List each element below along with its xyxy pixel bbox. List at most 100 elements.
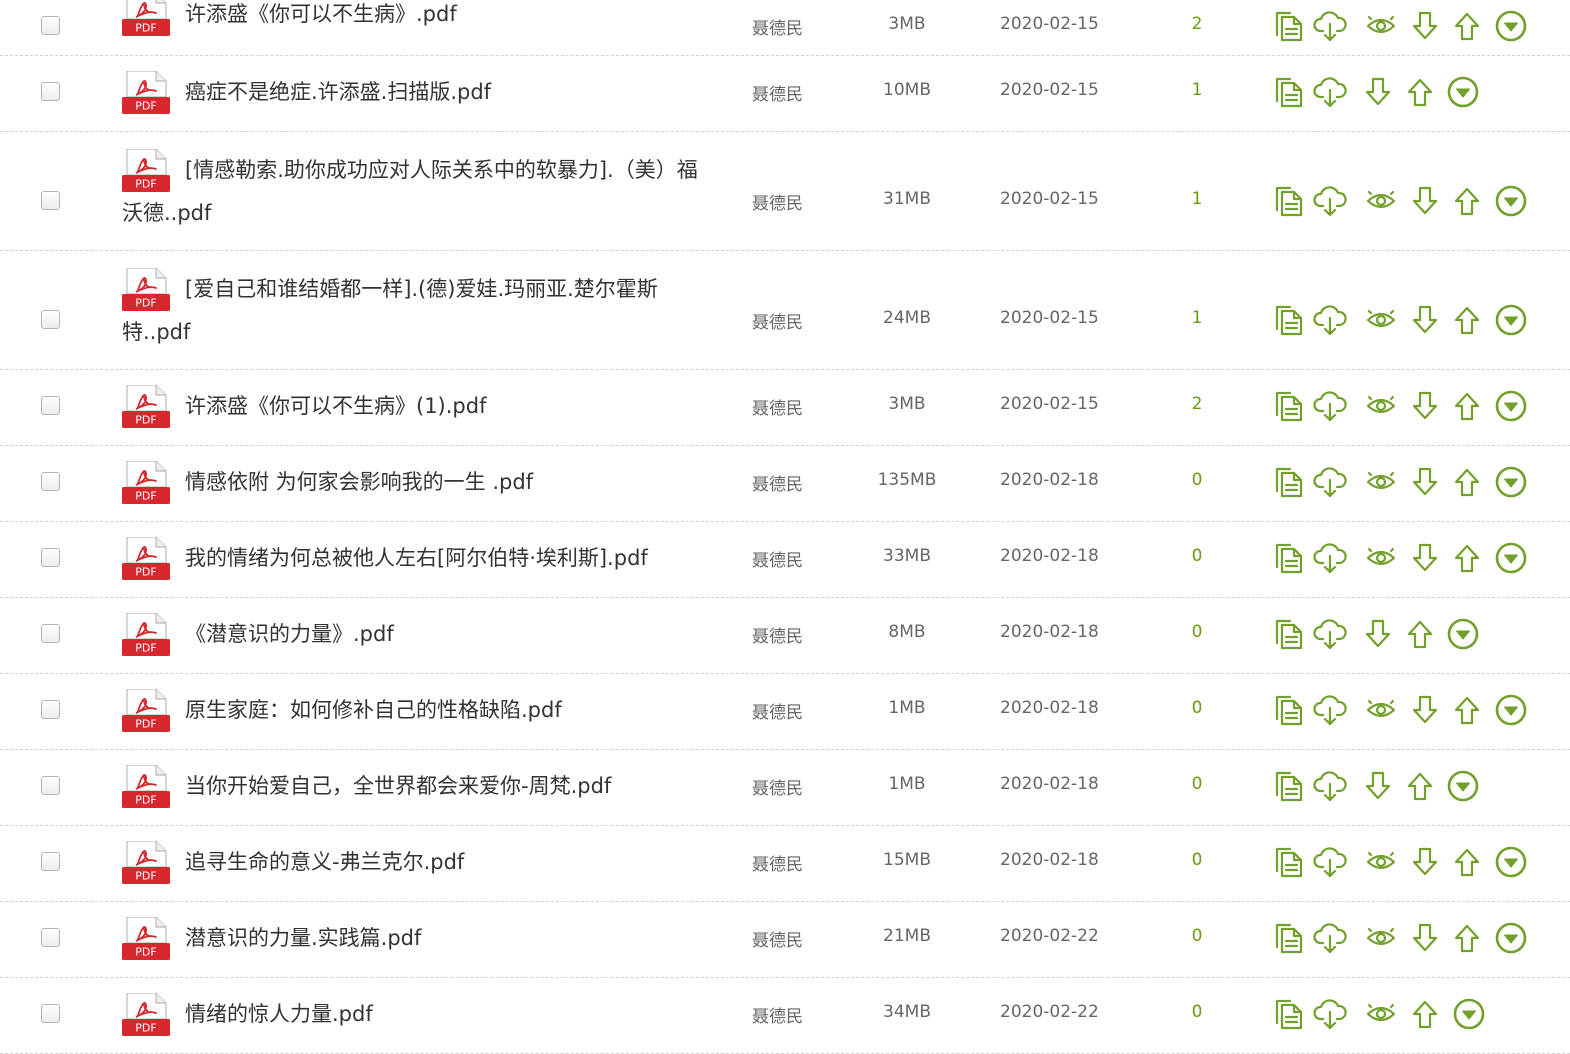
row-checkbox[interactable]: [41, 852, 60, 871]
circle-chevron-down-icon[interactable]: [1494, 845, 1528, 879]
arrow-up-icon[interactable]: [1450, 389, 1484, 423]
row-checkbox[interactable]: [41, 700, 60, 719]
arrow-up-icon[interactable]: [1408, 997, 1442, 1031]
file-name[interactable]: PDF 情感依附 为何家会影响我的一生 .pdf: [122, 461, 722, 504]
copy-icon[interactable]: [1272, 541, 1306, 575]
cloud-download-icon[interactable]: [1313, 303, 1347, 337]
arrow-down-icon[interactable]: [1408, 389, 1442, 423]
arrow-up-icon[interactable]: [1450, 921, 1484, 955]
arrow-down-icon[interactable]: [1408, 845, 1442, 879]
row-checkbox[interactable]: [41, 776, 60, 795]
arrow-down-icon[interactable]: [1408, 541, 1442, 575]
arrow-up-icon[interactable]: [1450, 465, 1484, 499]
row-checkbox[interactable]: [41, 16, 60, 35]
preview-eye-icon[interactable]: [1364, 389, 1398, 423]
copy-icon[interactable]: [1272, 845, 1306, 879]
copy-icon[interactable]: [1272, 303, 1306, 337]
cloud-download-icon[interactable]: [1313, 769, 1347, 803]
arrow-up-icon[interactable]: [1403, 75, 1437, 109]
cloud-download-icon[interactable]: [1313, 921, 1347, 955]
preview-eye-icon[interactable]: [1364, 465, 1398, 499]
arrow-up-icon[interactable]: [1450, 184, 1484, 218]
copy-icon[interactable]: [1272, 184, 1306, 218]
preview-eye-icon[interactable]: [1364, 921, 1398, 955]
arrow-up-icon[interactable]: [1403, 617, 1437, 651]
arrow-up-icon[interactable]: [1403, 769, 1437, 803]
row-checkbox[interactable]: [41, 82, 60, 101]
file-name[interactable]: PDF 癌症不是绝症.许添盛.扫描版.pdf: [122, 71, 722, 114]
arrow-up-icon[interactable]: [1450, 303, 1484, 337]
arrow-down-icon[interactable]: [1408, 465, 1442, 499]
circle-chevron-down-icon[interactable]: [1494, 693, 1528, 727]
arrow-down-icon[interactable]: [1408, 184, 1442, 218]
circle-chevron-down-icon[interactable]: [1452, 997, 1486, 1031]
arrow-up-icon[interactable]: [1450, 693, 1484, 727]
preview-eye-icon[interactable]: [1364, 184, 1398, 218]
circle-chevron-down-icon[interactable]: [1494, 465, 1528, 499]
copy-icon[interactable]: [1272, 769, 1306, 803]
circle-chevron-down-icon[interactable]: [1446, 769, 1480, 803]
preview-eye-icon[interactable]: [1364, 303, 1398, 337]
arrow-down-icon[interactable]: [1408, 921, 1442, 955]
copy-icon[interactable]: [1272, 693, 1306, 727]
circle-chevron-down-icon[interactable]: [1494, 9, 1528, 43]
arrow-down-icon[interactable]: [1361, 769, 1395, 803]
preview-eye-icon[interactable]: [1364, 997, 1398, 1031]
cloud-download-icon[interactable]: [1313, 541, 1347, 575]
copy-icon[interactable]: [1272, 389, 1306, 423]
preview-eye-icon[interactable]: [1364, 845, 1398, 879]
copy-icon[interactable]: [1272, 617, 1306, 651]
circle-chevron-down-icon[interactable]: [1494, 389, 1528, 423]
circle-chevron-down-icon[interactable]: [1494, 541, 1528, 575]
copy-icon[interactable]: [1272, 465, 1306, 499]
row-checkbox[interactable]: [41, 624, 60, 643]
arrow-up-icon[interactable]: [1450, 9, 1484, 43]
arrow-down-icon[interactable]: [1361, 75, 1395, 109]
file-name[interactable]: PDF 情绪的惊人力量.pdf: [122, 993, 722, 1036]
arrow-down-icon[interactable]: [1408, 693, 1442, 727]
cloud-download-icon[interactable]: [1313, 693, 1347, 727]
arrow-up-icon[interactable]: [1450, 541, 1484, 575]
arrow-down-icon[interactable]: [1361, 617, 1395, 651]
copy-icon[interactable]: [1272, 75, 1306, 109]
arrow-down-icon[interactable]: [1408, 303, 1442, 337]
cloud-download-icon[interactable]: [1313, 617, 1347, 651]
row-checkbox[interactable]: [41, 191, 60, 210]
circle-chevron-down-icon[interactable]: [1446, 617, 1480, 651]
row-checkbox[interactable]: [41, 396, 60, 415]
preview-eye-icon[interactable]: [1364, 9, 1398, 43]
circle-chevron-down-icon[interactable]: [1494, 184, 1528, 218]
cloud-download-icon[interactable]: [1313, 465, 1347, 499]
cloud-download-icon[interactable]: [1313, 75, 1347, 109]
circle-chevron-down-icon[interactable]: [1446, 75, 1480, 109]
arrow-down-icon[interactable]: [1408, 9, 1442, 43]
file-name[interactable]: PDF 许添盛《你可以不生病》.pdf: [122, 0, 722, 36]
file-name[interactable]: PDF 我的情绪为何总被他人左右[阿尔伯特·埃利斯].pdf: [122, 537, 722, 580]
row-checkbox[interactable]: [41, 928, 60, 947]
row-checkbox[interactable]: [41, 1004, 60, 1023]
row-checkbox[interactable]: [41, 548, 60, 567]
file-name[interactable]: PDF 潜意识的力量.实践篇.pdf: [122, 917, 722, 960]
copy-icon[interactable]: [1272, 9, 1306, 43]
row-checkbox[interactable]: [41, 310, 60, 329]
copy-icon[interactable]: [1272, 997, 1306, 1031]
cloud-download-icon[interactable]: [1313, 845, 1347, 879]
file-name[interactable]: PDF [爱自己和谁结婚都一样].(德)爱娃.玛丽亚.楚尔霍斯 特..pdf: [122, 268, 722, 354]
file-name[interactable]: PDF 《潜意识的力量》.pdf: [122, 613, 722, 656]
copy-icon[interactable]: [1272, 921, 1306, 955]
file-name[interactable]: PDF 许添盛《你可以不生病》(1).pdf: [122, 385, 722, 428]
preview-eye-icon[interactable]: [1364, 693, 1398, 727]
file-name[interactable]: PDF 当你开始爱自己，全世界都会来爱你-周梵.pdf: [122, 765, 722, 808]
circle-chevron-down-icon[interactable]: [1494, 921, 1528, 955]
cloud-download-icon[interactable]: [1313, 9, 1347, 43]
cloud-download-icon[interactable]: [1313, 389, 1347, 423]
arrow-up-icon[interactable]: [1450, 845, 1484, 879]
row-checkbox[interactable]: [41, 472, 60, 491]
cloud-download-icon[interactable]: [1313, 997, 1347, 1031]
file-name[interactable]: PDF [情感勒索.助你成功应对人际关系中的软暴力].（美）福 沃德..pdf: [122, 149, 722, 235]
cloud-download-icon[interactable]: [1313, 184, 1347, 218]
preview-eye-icon[interactable]: [1364, 541, 1398, 575]
file-name[interactable]: PDF 原生家庭：如何修补自己的性格缺陷.pdf: [122, 689, 722, 732]
file-name[interactable]: PDF 追寻生命的意义-弗兰克尔.pdf: [122, 841, 722, 884]
circle-chevron-down-icon[interactable]: [1494, 303, 1528, 337]
